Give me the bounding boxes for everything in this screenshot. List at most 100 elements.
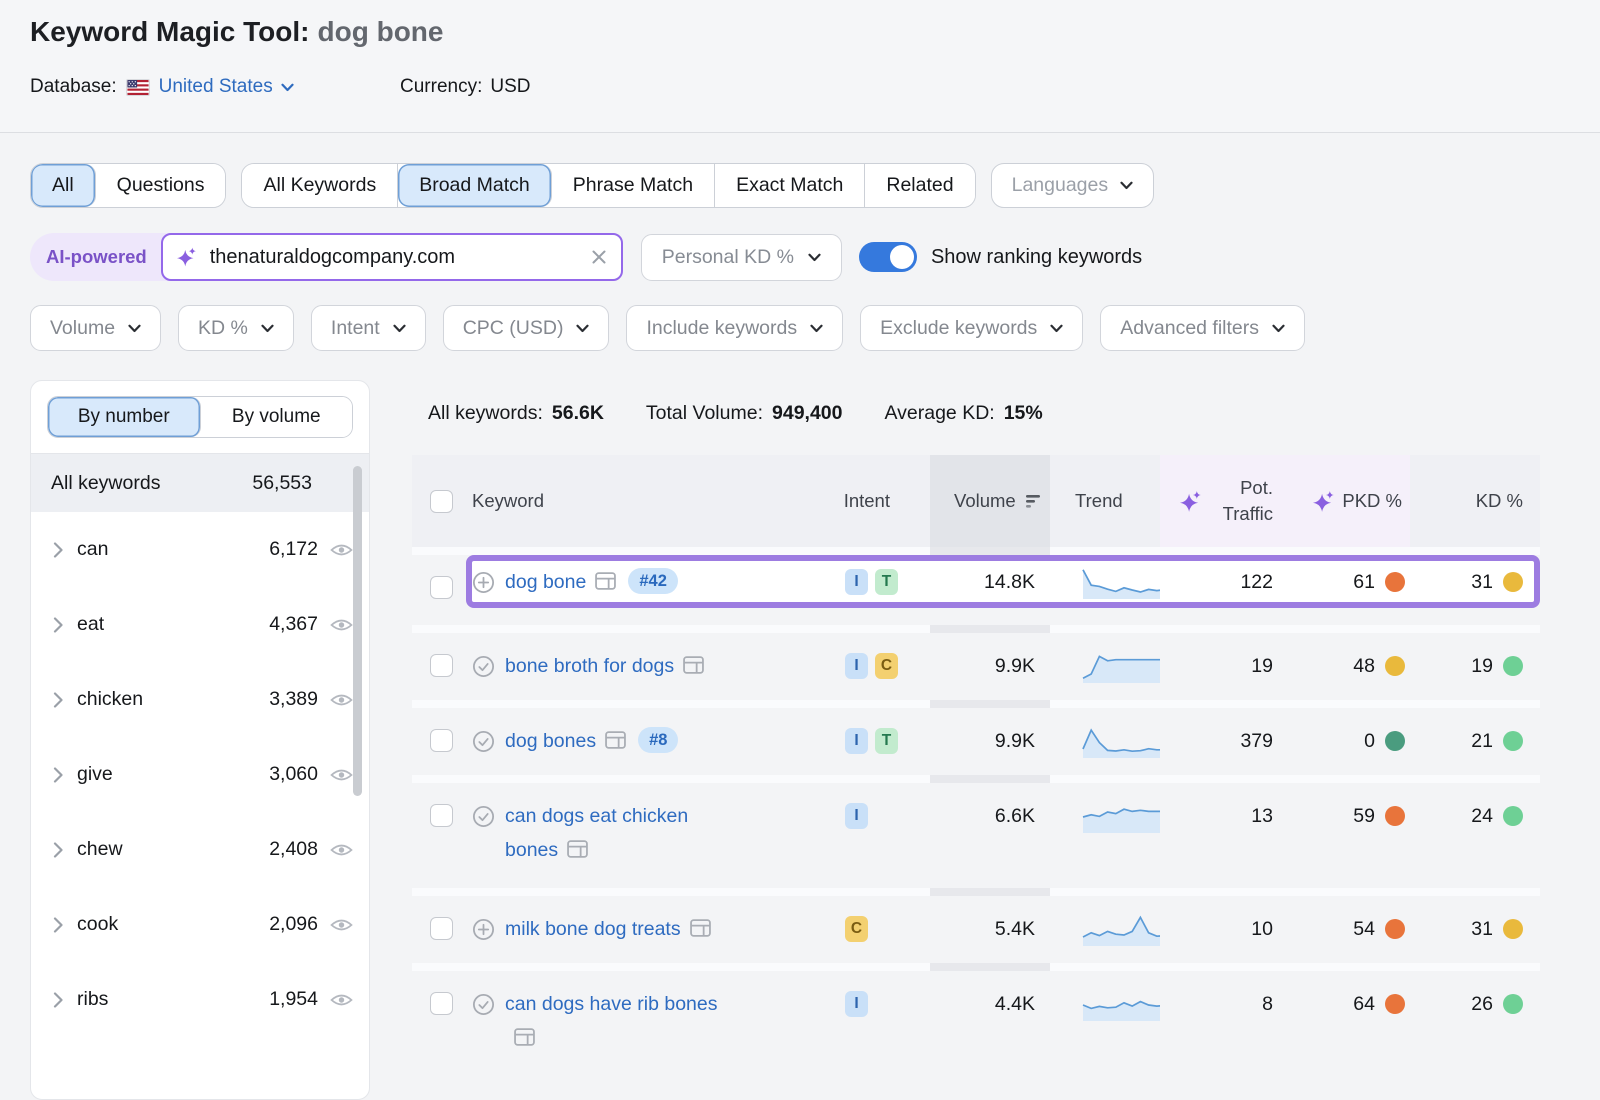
domain-search-input[interactable]	[208, 245, 580, 270]
column-trend[interactable]: Trend	[1075, 490, 1123, 512]
keyword-group-chicken[interactable]: chicken 3,389	[31, 662, 369, 737]
table-row-dog-bones[interactable]: dog bones #8 IT 9.9K 379 0 21	[412, 708, 1540, 775]
chevron-right-icon[interactable]	[53, 992, 63, 1008]
personal-kd-dropdown[interactable]: Personal KD %	[641, 234, 842, 281]
tab-exact-match[interactable]: Exact Match	[715, 164, 865, 207]
row-checkbox[interactable]	[430, 917, 453, 940]
pkd-value: 61	[1353, 571, 1375, 594]
select-all-checkbox[interactable]	[430, 490, 453, 513]
tab-broad-match[interactable]: Broad Match	[398, 164, 552, 207]
filter-kd[interactable]: KD %	[178, 305, 294, 351]
show-ranking-keywords-toggle[interactable]	[859, 242, 917, 272]
filter-volume[interactable]: Volume	[30, 305, 161, 351]
keyword-link[interactable]: bone broth for dogs	[505, 655, 674, 677]
added-keyword-icon[interactable]	[472, 721, 495, 761]
serp-features-icon[interactable]	[567, 840, 588, 858]
volume-sort-icon[interactable]	[1026, 495, 1042, 508]
table-row-bone-broth-for-dogs[interactable]: bone broth for dogs IC 9.9K 19 48	[412, 633, 1540, 700]
chevron-right-icon[interactable]	[53, 692, 63, 708]
group-count: 4,367	[269, 613, 318, 636]
keyword-link[interactable]: can dogs eat chicken bones	[505, 805, 688, 861]
preview-eye-icon[interactable]	[330, 692, 353, 708]
chevron-right-icon[interactable]	[53, 842, 63, 858]
intent-badge-i: I	[845, 569, 868, 595]
preview-eye-icon[interactable]	[330, 842, 353, 858]
add-keyword-icon[interactable]	[472, 562, 495, 602]
row-checkbox[interactable]	[430, 576, 453, 599]
keyword-group-cook[interactable]: cook 2,096	[31, 887, 369, 962]
intent-badge-i: I	[845, 991, 868, 1017]
table-row-dog-bone[interactable]: dog bone #42 IT 14.8K 122 61 31	[412, 555, 1540, 625]
filter-advanced-filters[interactable]: Advanced filters	[1100, 305, 1305, 351]
filter-intent[interactable]: Intent	[311, 305, 426, 351]
preview-eye-icon[interactable]	[330, 542, 353, 558]
preview-eye-icon[interactable]	[330, 617, 353, 633]
column-pkd[interactable]: PKD %	[1342, 490, 1402, 512]
serp-features-icon[interactable]	[683, 656, 704, 674]
preview-eye-icon[interactable]	[330, 917, 353, 933]
keyword-link[interactable]: can dogs have rib bones	[505, 993, 717, 1015]
clear-input-icon[interactable]	[591, 249, 607, 265]
table-row-can-dogs-have-rib-bones[interactable]: can dogs have rib bones I 4.4K 8 64	[412, 971, 1540, 1091]
pot-traffic-value: 13	[1160, 796, 1280, 836]
column-volume[interactable]: Volume	[954, 490, 1016, 512]
group-count: 2,096	[269, 913, 318, 936]
chevron-right-icon[interactable]	[53, 917, 63, 933]
keyword-link[interactable]: milk bone dog treats	[505, 918, 681, 940]
add-keyword-icon[interactable]	[472, 909, 495, 949]
added-keyword-icon[interactable]	[472, 984, 495, 1024]
database-selector[interactable]: United States	[159, 76, 294, 98]
pkd-value: 54	[1353, 918, 1375, 941]
filter-label: Advanced filters	[1120, 317, 1259, 340]
row-checkbox[interactable]	[430, 804, 453, 827]
added-keyword-icon[interactable]	[472, 646, 495, 686]
preview-eye-icon[interactable]	[330, 992, 353, 1008]
keyword-group-chew[interactable]: chew 2,408	[31, 812, 369, 887]
preview-eye-icon[interactable]	[330, 767, 353, 783]
chevron-down-icon	[808, 253, 821, 262]
chevron-right-icon[interactable]	[53, 767, 63, 783]
filter-exclude-keywords[interactable]: Exclude keywords	[860, 305, 1083, 351]
column-intent[interactable]: Intent	[844, 490, 890, 512]
column-kd[interactable]: KD %	[1476, 490, 1523, 512]
tab-related[interactable]: Related	[865, 164, 974, 207]
chevron-right-icon[interactable]	[53, 617, 63, 633]
currency-value: USD	[490, 76, 530, 98]
row-checkbox[interactable]	[430, 654, 453, 677]
table-row-can-dogs-eat-chicken-bones[interactable]: can dogs eat chicken bones I 6.6K 13 59	[412, 783, 1540, 888]
sidebar-sort-tab-label: By number	[78, 406, 170, 428]
tab-all-keywords[interactable]: All Keywords	[242, 164, 398, 207]
keyword-link[interactable]: dog bone	[505, 571, 586, 593]
filter-include-keywords[interactable]: Include keywords	[626, 305, 843, 351]
keyword-group-eat[interactable]: eat 4,367	[31, 587, 369, 662]
sidebar-sort-by-volume[interactable]: By volume	[201, 397, 353, 437]
serp-features-icon[interactable]	[514, 1028, 535, 1046]
tab-phrase-match[interactable]: Phrase Match	[552, 164, 715, 207]
filter-cpc-usd[interactable]: CPC (USD)	[443, 305, 610, 351]
added-keyword-icon[interactable]	[472, 796, 495, 836]
keyword-link[interactable]: dog bones	[505, 730, 596, 752]
languages-dropdown[interactable]: Languages	[991, 163, 1155, 208]
row-checkbox[interactable]	[430, 729, 453, 752]
chevron-right-icon[interactable]	[53, 542, 63, 558]
table-row-milk-bone-dog-treats[interactable]: milk bone dog treats C 5.4K 10 54	[412, 896, 1540, 963]
column-pot-traffic[interactable]: Pot. Traffic	[1209, 475, 1273, 527]
keyword-group-can[interactable]: can 6,172	[31, 512, 369, 587]
keyword-group-give[interactable]: give 3,060	[31, 737, 369, 812]
summary-bar: All keywords:56.6KTotal Volume:949,400Av…	[428, 402, 1043, 425]
serp-features-icon[interactable]	[605, 731, 626, 749]
sidebar-scrollbar[interactable]	[353, 466, 362, 796]
all-keywords-row[interactable]: All keywords 56,553	[31, 454, 369, 512]
ai-sparkle-icon	[177, 247, 197, 267]
serp-features-icon[interactable]	[690, 919, 711, 937]
pkd-dot	[1385, 994, 1405, 1014]
intent-badge-i: I	[845, 803, 868, 829]
column-keyword[interactable]: Keyword	[472, 490, 544, 512]
row-checkbox[interactable]	[430, 992, 453, 1015]
tab-all[interactable]: All	[31, 164, 96, 207]
serp-features-icon[interactable]	[595, 572, 616, 590]
intent-cell: IT	[820, 721, 930, 761]
tab-questions[interactable]: Questions	[96, 164, 226, 207]
sidebar-sort-by-number[interactable]: By number	[48, 397, 201, 437]
keyword-group-ribs[interactable]: ribs 1,954	[31, 962, 369, 1037]
